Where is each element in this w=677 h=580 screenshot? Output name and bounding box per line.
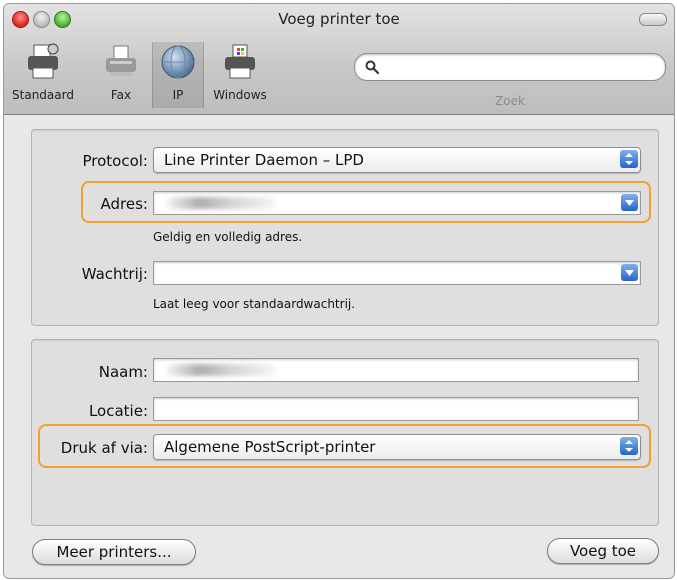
protocol-popup[interactable]: Line Printer Daemon – LPD [153,147,641,173]
toolbar-toggle-button[interactable] [639,13,667,26]
toolbar-item-label: Fax [110,88,132,102]
toolbar-item-fax[interactable]: Fax [96,42,146,108]
location-label: Locatie: [88,402,148,420]
connection-group: Protocol: Line Printer Daemon – LPD Adre… [31,129,659,326]
popup-stepper-icon [620,437,638,455]
fax-icon [106,45,136,76]
chevron-down-icon[interactable] [621,194,638,211]
protocol-label: Protocol: [82,152,148,170]
address-hint: Geldig en volledig adres. [153,230,303,244]
chevron-down-icon[interactable] [621,264,638,281]
name-value-redacted [166,364,276,376]
name-field[interactable] [153,358,639,382]
protocol-value: Line Printer Daemon – LPD [164,151,364,169]
location-field[interactable] [153,397,639,421]
search-icon [365,60,379,74]
queue-label: Wachtrij: [81,265,148,283]
popup-stepper-icon [620,150,638,168]
address-label: Adres: [100,195,148,213]
toolbar-item-standaard[interactable]: Standaard [6,42,80,108]
print-via-popup[interactable]: Algemene PostScript-printer [153,434,641,460]
add-button[interactable]: Voeg toe [547,538,659,564]
search-label: Zoek [495,94,525,108]
print-via-value: Algemene PostScript-printer [164,438,376,456]
toolbar-item-ip[interactable]: IP [152,42,204,108]
print-via-label: Druk af via: [60,439,148,457]
printer-standard-icon [28,43,59,79]
printer-details-group: Naam: Locatie: Druk af via: Algemene Pos… [31,339,659,526]
toolbar: Voeg printer toe Standaard Fax IP Window… [4,4,674,115]
windows-printer-icon [225,44,255,79]
search-field[interactable] [354,53,666,81]
window-title: Voeg printer toe [278,10,400,28]
address-combo[interactable] [153,191,641,215]
toolbar-item-windows[interactable]: Windows [204,42,276,108]
more-printers-button[interactable]: Meer printers... [32,539,196,565]
add-printer-window: Voeg printer toe Standaard Fax IP Window… [3,3,675,579]
toolbar-item-label: IP [172,88,184,102]
name-label: Naam: [98,363,148,381]
queue-hint: Laat leeg voor standaardwachtrij. [153,297,356,311]
address-value-redacted [166,197,276,209]
ip-globe-icon [161,45,195,79]
toolbar-item-label: Windows [213,88,267,102]
toolbar-item-label: Standaard [12,88,74,102]
queue-combo[interactable] [153,261,641,285]
